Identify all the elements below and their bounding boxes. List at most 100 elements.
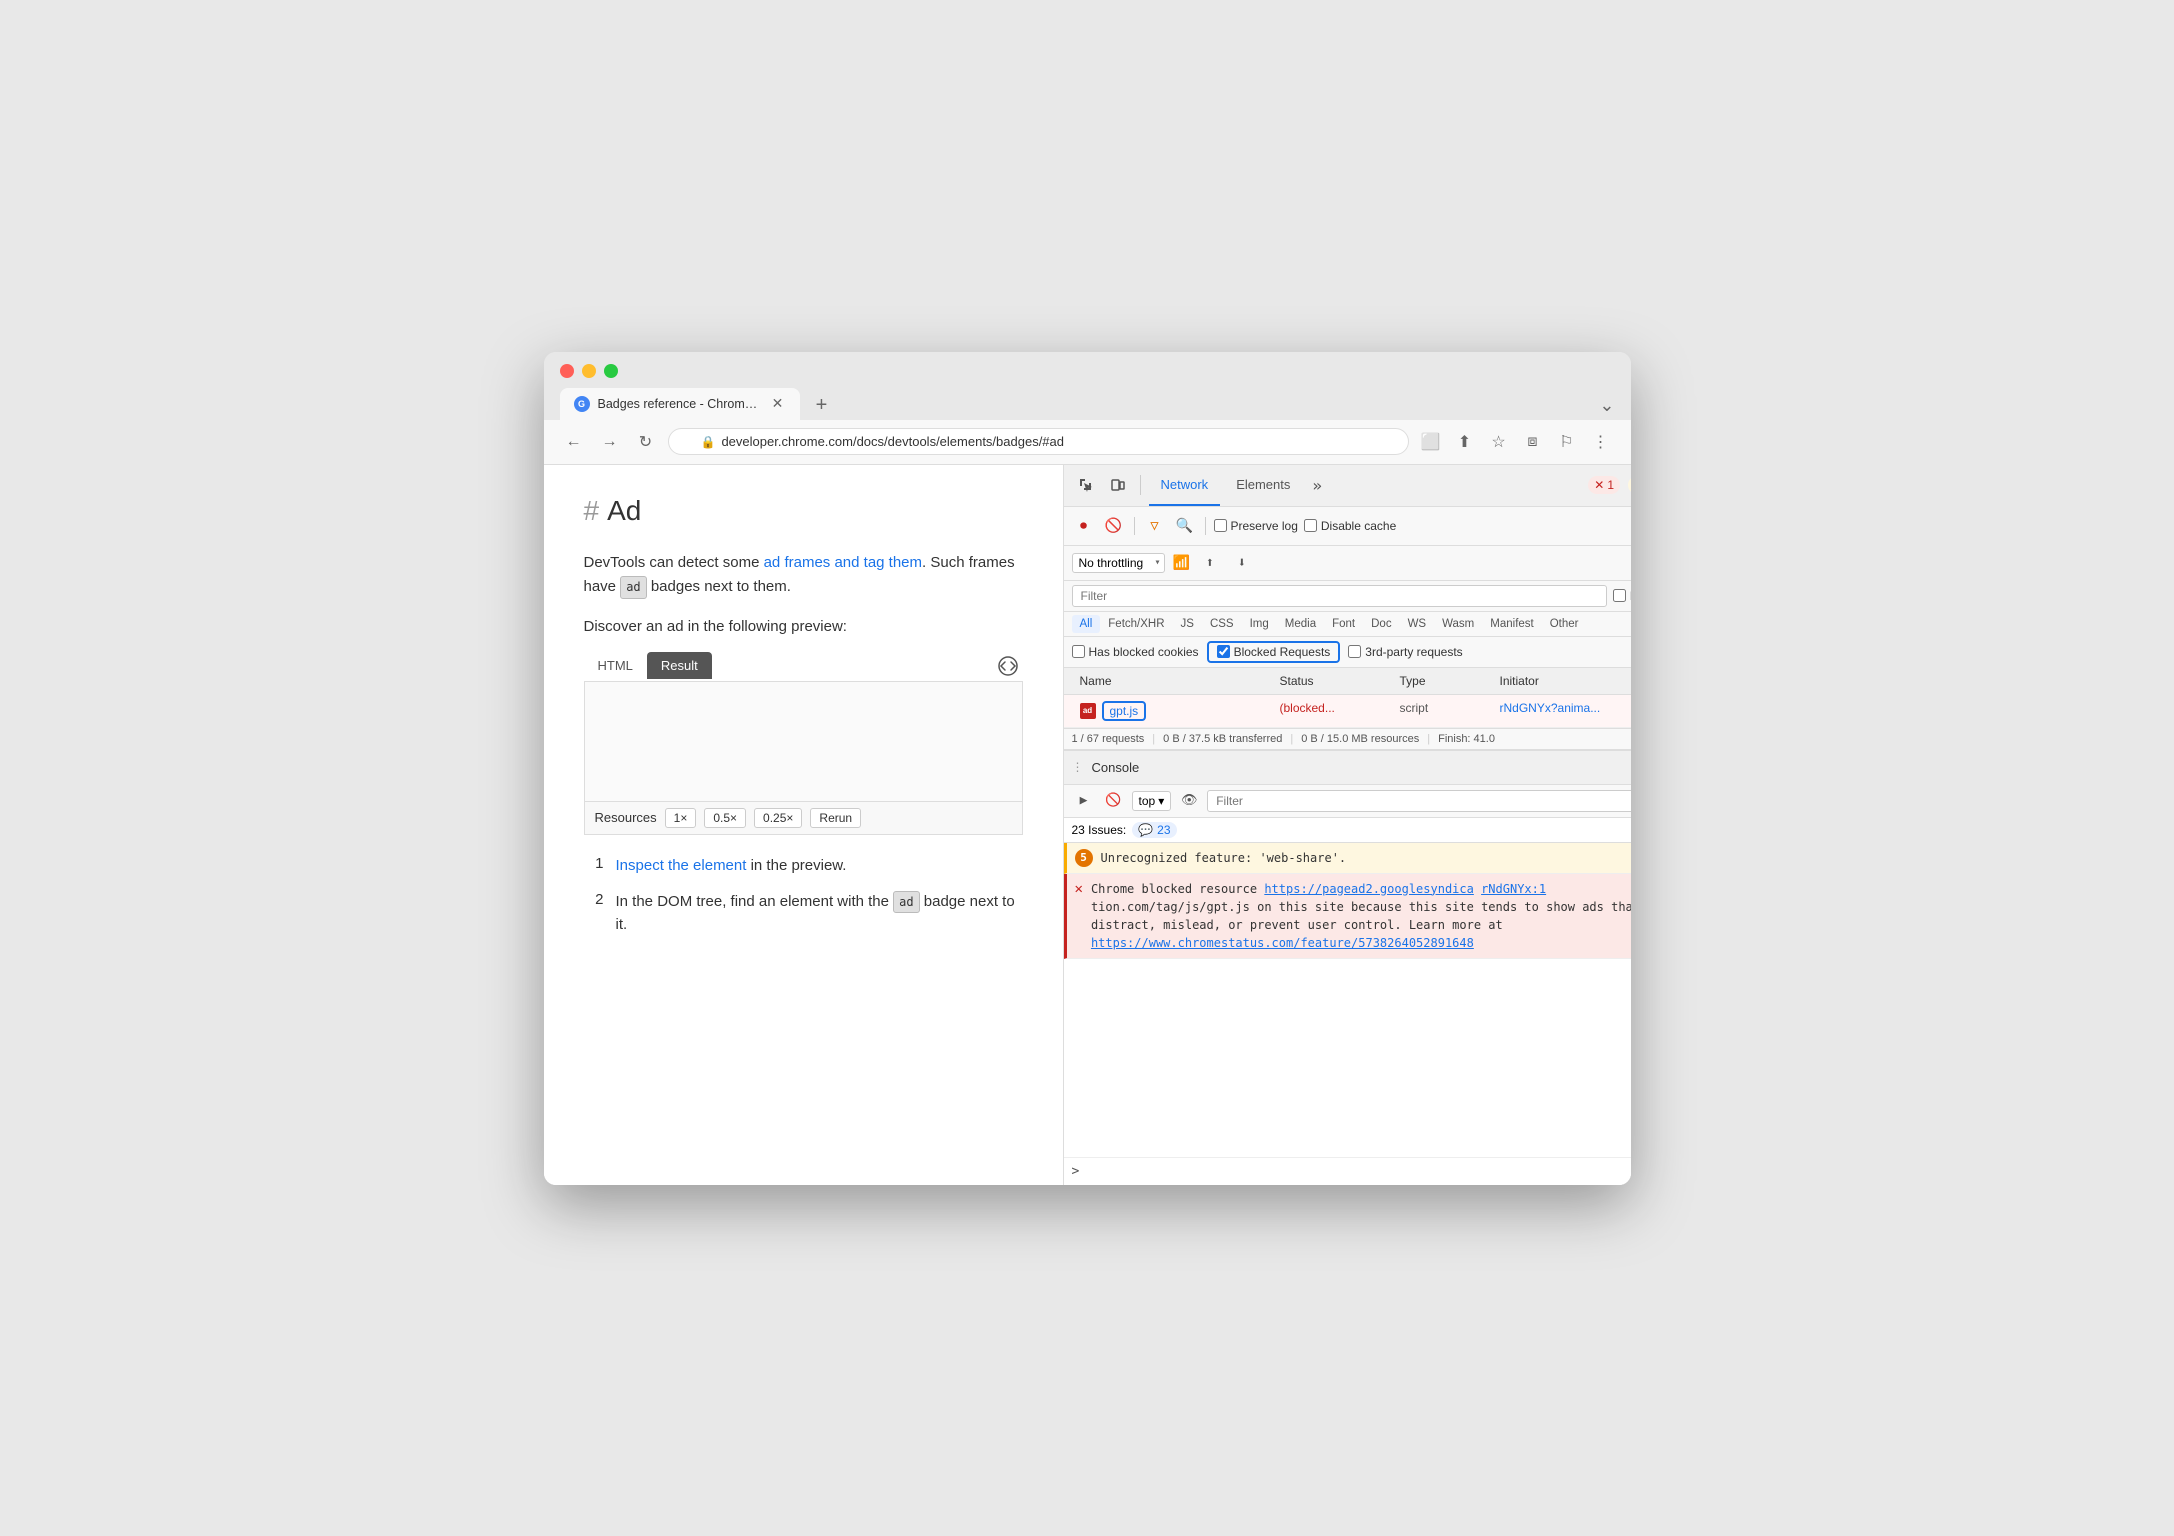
console-issues-row: 23 Issues: 💬 23 <box>1064 818 1631 843</box>
filename-link[interactable]: gpt.js <box>1102 701 1147 721</box>
req-tab-fetch-xhr[interactable]: Fetch/XHR <box>1100 615 1172 633</box>
issues-badge[interactable]: 💬 23 <box>1132 822 1176 838</box>
scale-1x-button[interactable]: 1× <box>665 808 697 828</box>
profile-button[interactable]: ⚐ <box>1553 428 1581 456</box>
disable-cache-checkbox[interactable] <box>1304 519 1317 532</box>
req-tab-js[interactable]: JS <box>1173 615 1202 633</box>
blocked-requests-checkbox[interactable] <box>1217 645 1230 658</box>
bookmark-button[interactable]: ☆ <box>1485 428 1513 456</box>
invert-checkbox[interactable] <box>1613 589 1626 602</box>
scale-025x-button[interactable]: 0.25× <box>754 808 802 828</box>
error-badge[interactable]: ✕ 1 <box>1588 476 1620 494</box>
req-tab-ws[interactable]: WS <box>1400 615 1435 633</box>
warning-badge[interactable]: ⚠ 6 <box>1628 476 1630 494</box>
table-row[interactable]: ad gpt.js (blocked... script rNdGNYx?ani… <box>1064 695 1631 728</box>
table-header: Name Status Type Initiator Waterfall <box>1064 668 1631 695</box>
extensions-button[interactable]: ⧈ <box>1519 428 1547 456</box>
preserve-log-checkbox[interactable] <box>1214 519 1227 532</box>
reload-button[interactable]: ↻ <box>632 428 660 456</box>
filter-input[interactable] <box>1072 585 1607 607</box>
disable-cache-label[interactable]: Disable cache <box>1321 519 1396 533</box>
console-title: Console <box>1092 760 1140 775</box>
ad-frames-link[interactable]: ad frames and tag them <box>764 554 922 571</box>
console-section: ⋮ Console ✕ ▶ 🚫 top ▾ 👁 Default levels <box>1064 749 1631 1185</box>
throttle-select[interactable]: No throttling Fast 3G Slow 3G Offline <box>1072 553 1165 573</box>
wifi-icon: 📶 <box>1173 555 1190 571</box>
console-prompt: > <box>1064 1157 1631 1185</box>
menu-button[interactable]: ⋮ <box>1587 428 1615 456</box>
ad-badge-inline: ad <box>620 576 646 599</box>
req-tab-img[interactable]: Img <box>1242 615 1277 633</box>
item-1-text: Inspect the element in the preview. <box>616 855 847 878</box>
third-party-label[interactable]: 3rd-party requests <box>1348 645 1462 659</box>
invert-label[interactable]: Invert <box>1630 589 1631 603</box>
td-status: (blocked... <box>1272 695 1392 727</box>
numbered-list: 1 Inspect the element in the preview. 2 … <box>584 855 1023 937</box>
req-tab-css[interactable]: CSS <box>1202 615 1242 633</box>
back-button[interactable]: ← <box>560 428 588 456</box>
forward-button[interactable]: → <box>596 428 624 456</box>
req-tab-all[interactable]: All <box>1072 615 1101 633</box>
console-clear-button[interactable]: 🚫 <box>1102 789 1126 813</box>
minimize-window-button[interactable] <box>582 364 596 378</box>
td-name[interactable]: ad gpt.js <box>1072 695 1272 727</box>
preview-tabs-row: HTML Result <box>584 651 1023 682</box>
error-link-1[interactable]: https://pagead2.googlesyndica <box>1264 882 1474 896</box>
console-run-button[interactable]: ▶ <box>1072 789 1096 813</box>
close-window-button[interactable] <box>560 364 574 378</box>
req-tab-media[interactable]: Media <box>1277 615 1324 633</box>
preview-tab-result[interactable]: Result <box>647 652 712 679</box>
maximize-window-button[interactable] <box>604 364 618 378</box>
download-button[interactable]: ⬇ <box>1230 551 1254 575</box>
error-ref[interactable]: rNdGNYx:1 <box>1481 882 1546 896</box>
preserve-log-label[interactable]: Preserve log <box>1231 519 1298 533</box>
device-toolbar-button[interactable] <box>1104 471 1132 499</box>
scale-05x-button[interactable]: 0.5× <box>704 808 746 828</box>
item-1-num: 1 <box>584 855 604 872</box>
preserve-log-checkbox-row: Preserve log <box>1214 519 1298 533</box>
req-tab-wasm[interactable]: Wasm <box>1434 615 1482 633</box>
console-filter-input[interactable] <box>1207 790 1630 812</box>
element-selector-button[interactable] <box>1072 471 1100 499</box>
paragraph-2: Discover an ad in the following preview: <box>584 615 1023 639</box>
search-button[interactable]: 🔍 <box>1173 514 1197 538</box>
inspect-element-link[interactable]: Inspect the element <box>616 857 747 874</box>
cast-button[interactable]: ⬜ <box>1417 428 1445 456</box>
upload-button[interactable]: ⬆ <box>1198 551 1222 575</box>
req-tab-doc[interactable]: Doc <box>1363 615 1399 633</box>
rerun-button[interactable]: Rerun <box>810 808 861 828</box>
error-link-2[interactable]: https://www.chromestatus.com/feature/573… <box>1091 936 1474 950</box>
td-initiator[interactable]: rNdGNYx?anima... <box>1492 695 1631 727</box>
req-tab-manifest[interactable]: Manifest <box>1482 615 1541 633</box>
preview-embed-button[interactable] <box>993 651 1023 681</box>
tab-network[interactable]: Network <box>1149 464 1221 506</box>
third-party-checkbox[interactable] <box>1348 645 1361 658</box>
prompt-arrow: > <box>1072 1164 1080 1179</box>
has-blocked-cookies-label[interactable]: Has blocked cookies <box>1072 645 1199 659</box>
has-blocked-cookies-checkbox[interactable] <box>1072 645 1085 658</box>
url-bar[interactable]: 🔒 developer.chrome.com/docs/devtools/ele… <box>668 428 1409 455</box>
more-tabs-button[interactable]: » <box>1306 476 1328 495</box>
req-tab-font[interactable]: Font <box>1324 615 1363 633</box>
filter-row: Invert Hide data URLs <box>1064 581 1631 612</box>
error-count: 1 <box>1607 478 1614 492</box>
share-button[interactable]: ⬆ <box>1451 428 1479 456</box>
clear-button[interactable]: 🚫 <box>1102 514 1126 538</box>
top-context-select[interactable]: top ▾ <box>1132 791 1172 811</box>
ns-resources: 0 B / 15.0 MB resources <box>1301 733 1419 745</box>
console-messages: 5 Unrecognized feature: 'web-share'. ✕ C… <box>1064 843 1631 1157</box>
console-drag-handle[interactable]: ⋮ <box>1072 760 1084 774</box>
console-eye-button[interactable]: 👁 <box>1177 789 1201 813</box>
window-controls[interactable]: ⌄ <box>1599 395 1614 420</box>
preview-tab-html[interactable]: HTML <box>584 652 647 679</box>
req-tab-other[interactable]: Other <box>1542 615 1587 633</box>
tab-close-button[interactable]: ✕ <box>770 396 786 412</box>
blocked-requests-box: Blocked Requests <box>1207 641 1341 663</box>
tab-elements[interactable]: Elements <box>1224 464 1302 506</box>
tab-title: Badges reference - Chrome De <box>598 397 762 411</box>
browser-tab[interactable]: G Badges reference - Chrome De ✕ <box>560 388 800 420</box>
filter-button[interactable]: ▽ <box>1143 514 1167 538</box>
new-tab-button[interactable]: + <box>808 392 836 420</box>
record-button[interactable]: ⏺ <box>1072 514 1096 538</box>
resources-label: Resources <box>595 810 657 825</box>
